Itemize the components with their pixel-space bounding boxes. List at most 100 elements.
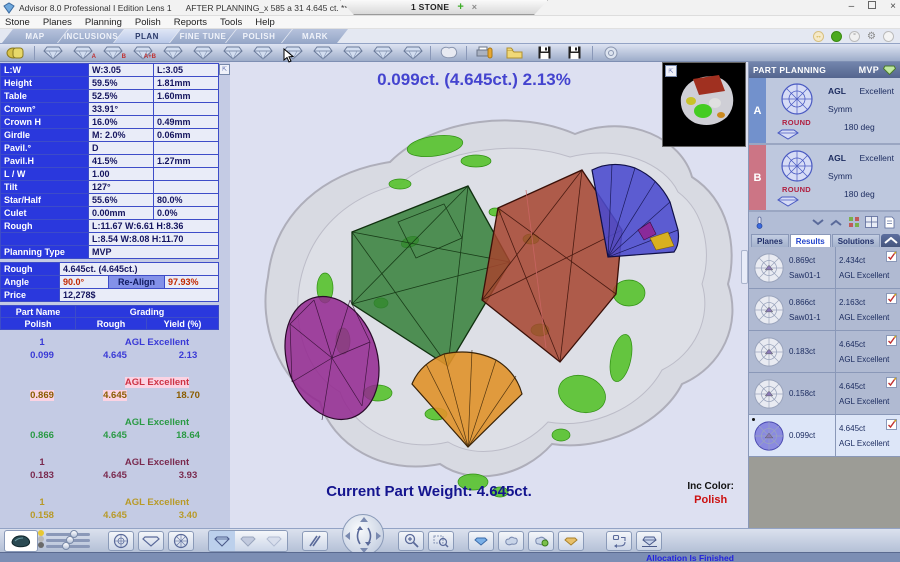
diamond-view-button[interactable] — [368, 45, 397, 61]
collapse-panel-button[interactable] — [881, 234, 900, 247]
stone-presentation-button[interactable] — [4, 530, 38, 552]
rotate-left-arrow[interactable] — [345, 532, 350, 540]
menu-item[interactable]: Planning — [85, 17, 122, 28]
close-button[interactable]: × — [890, 1, 896, 13]
compare-grid-icon[interactable] — [864, 215, 879, 229]
menu-item[interactable]: Polish — [135, 17, 161, 28]
result-row[interactable]: 0.158ct 4.645ct AGL Excellent — [749, 373, 900, 415]
diamond-view-button[interactable] — [248, 45, 277, 61]
open-folder-button[interactable] — [500, 45, 529, 61]
part-card[interactable]: B ROUND AGL Excellen — [749, 145, 900, 212]
menu-item[interactable]: Tools — [220, 17, 242, 28]
diamond-view-button[interactable]: B — [98, 45, 127, 61]
recut-cycle-button[interactable] — [606, 531, 632, 551]
export-stone-button[interactable] — [434, 45, 463, 61]
stone-3d-canvas[interactable]: 0.099ct. (4.645ct.) 2.13% Current Part W… — [230, 62, 748, 528]
menu-item[interactable]: Planes — [43, 17, 72, 28]
diamond-view-button[interactable] — [308, 45, 337, 61]
profile-view-button[interactable] — [138, 531, 164, 551]
rotate-right-arrow[interactable] — [376, 532, 381, 540]
view-preset-gem-button[interactable] — [558, 531, 584, 551]
diamond-view-button[interactable]: A — [68, 45, 97, 61]
add-stone-icon[interactable]: + — [457, 3, 463, 11]
canvas-scrollbar[interactable] — [741, 250, 748, 284]
table-expand-icon[interactable]: ⇱ — [219, 64, 230, 75]
diamond-view-button[interactable] — [218, 45, 247, 61]
main-tab[interactable]: PLAN — [114, 29, 180, 43]
temperature-icon[interactable] — [752, 215, 767, 229]
settings-circle-button[interactable] — [596, 45, 625, 61]
transparent-mode-button[interactable] — [261, 531, 287, 551]
menu-item[interactable]: Help — [255, 17, 275, 28]
diamond-view-button[interactable] — [38, 45, 67, 61]
zoom-in-button[interactable] — [398, 531, 424, 551]
stone-thumbnail[interactable]: ⇱ — [662, 62, 746, 147]
rotate-up-arrow[interactable] — [360, 517, 368, 522]
cut-grade: Excellent — [860, 86, 895, 96]
result-row[interactable]: 0.099ct 4.645ct AGL Excellent — [749, 415, 900, 457]
facet-map-button[interactable] — [168, 531, 194, 551]
diamond-view-button[interactable] — [158, 45, 187, 61]
chevron-down-icon[interactable] — [810, 215, 825, 229]
save-button[interactable] — [530, 45, 559, 61]
results-tab[interactable]: Solutions — [832, 234, 880, 247]
print-button[interactable] — [470, 45, 499, 61]
result-thumbnail-icon — [749, 294, 789, 326]
result-check-icon[interactable] — [886, 251, 897, 262]
part-row[interactable]: 1 AGL Excellent 0.183 4.645 3.93 — [0, 456, 230, 496]
main-tab[interactable]: MAP — [2, 29, 68, 43]
result-check-icon[interactable] — [886, 293, 897, 304]
chevron-up-icon[interactable] — [828, 215, 843, 229]
result-check-icon[interactable] — [886, 419, 897, 430]
view-preset-cloud-button[interactable] — [498, 531, 524, 551]
part-card[interactable]: A ROUND AGL Excellen — [749, 78, 900, 145]
diamond-view-button[interactable] — [338, 45, 367, 61]
shaded-mode-button[interactable] — [235, 531, 261, 551]
result-row[interactable]: 0.869ct Saw01-1 2.434ct AGL Excellent — [749, 247, 900, 289]
polish-view-button[interactable] — [108, 531, 134, 551]
result-row[interactable]: 0.183ct 4.645ct AGL Excellent — [749, 331, 900, 373]
result-grade: AGL Excellent — [839, 394, 900, 409]
sort-grid-icon[interactable] — [846, 215, 861, 229]
view-preset-incl-button[interactable] — [528, 531, 554, 551]
diamond-view-button[interactable] — [278, 45, 307, 61]
close-stone-icon[interactable]: × — [472, 2, 477, 12]
zoom-window-button[interactable] — [428, 531, 454, 551]
maximize-button[interactable] — [868, 1, 876, 13]
rotate-control[interactable] — [342, 514, 384, 556]
diamond-view-button[interactable] — [188, 45, 217, 61]
brightness-sliders[interactable] — [46, 533, 90, 548]
side-view-button[interactable] — [636, 531, 662, 551]
result-check-icon[interactable] — [886, 377, 897, 388]
main-tab[interactable]: POLISH — [226, 29, 292, 43]
realign-button[interactable]: Re-Align — [108, 275, 165, 289]
angle-indicator-icon[interactable]: ° — [849, 31, 860, 42]
results-tab[interactable]: Results — [790, 234, 831, 247]
save-as-button[interactable] — [560, 45, 589, 61]
menu-item[interactable]: Reports — [174, 17, 207, 28]
thumbnail-expand-icon[interactable]: ⇱ — [665, 65, 677, 77]
minimize-button[interactable]: – — [849, 1, 855, 13]
main-tab[interactable]: FINE TUNE — [170, 29, 236, 43]
slider-3[interactable] — [46, 545, 90, 548]
part-row[interactable]: 1 AGL Excellent 0.099 4.645 2.13 — [0, 336, 230, 376]
main-tab[interactable]: INCLUSIONS — [58, 29, 124, 43]
menu-item[interactable]: Stone — [5, 17, 30, 28]
swap-view-icon[interactable]: ↔ — [813, 31, 824, 42]
gear-icon[interactable]: ⚙ — [867, 31, 876, 42]
wireframe-mode-button[interactable] — [209, 531, 235, 551]
diamond-view-button[interactable] — [398, 45, 427, 61]
stone-tab[interactable]: 1 STONE + × — [340, 0, 548, 15]
main-tab[interactable]: MARK — [282, 29, 348, 43]
part-row[interactable]: AGL Excellent 0.866 4.645 18.64 — [0, 416, 230, 456]
diamond-view-button[interactable]: A+B — [128, 45, 157, 61]
result-row[interactable]: 0.866ct Saw01-1 2.163ct AGL Excellent — [749, 289, 900, 331]
part-row[interactable]: AGL Excellent 0.869 4.645 18.70 — [0, 376, 230, 416]
report-note-icon[interactable] — [882, 215, 897, 229]
rotate-view-icon[interactable] — [883, 31, 894, 42]
result-check-icon[interactable] — [886, 335, 897, 346]
results-tab[interactable]: Planes — [751, 234, 789, 247]
rough-stone-button[interactable] — [2, 45, 31, 61]
hatch-toggle-button[interactable] — [302, 531, 328, 551]
view-preset-top-button[interactable] — [468, 531, 494, 551]
